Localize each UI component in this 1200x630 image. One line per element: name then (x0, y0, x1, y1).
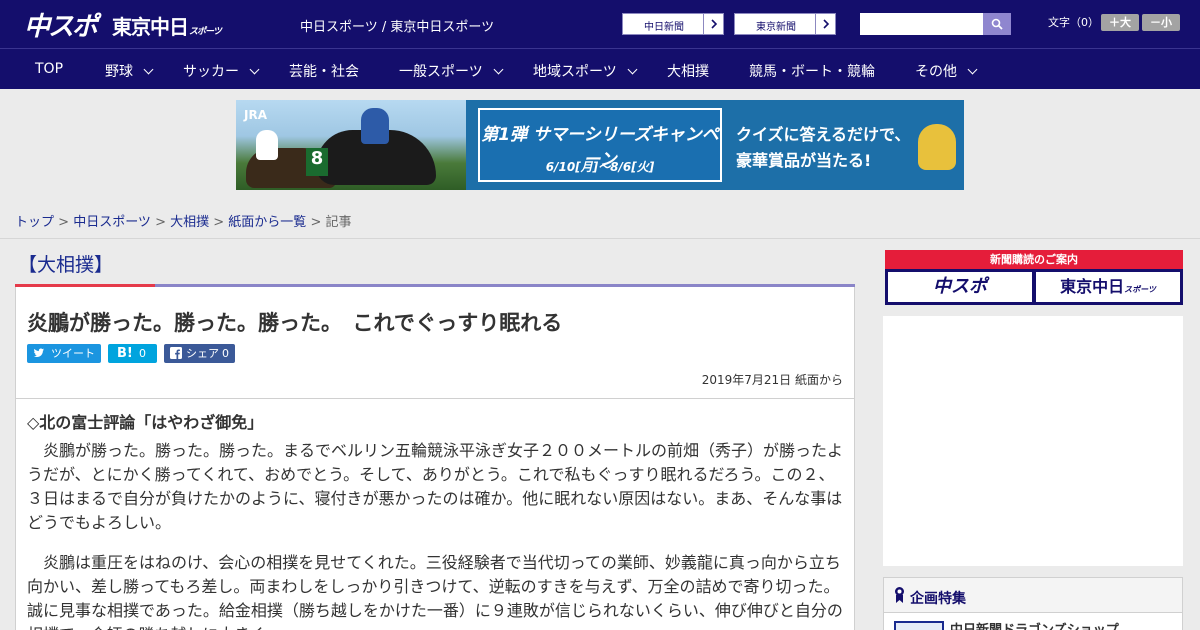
nav-label: サッカー (183, 64, 239, 80)
chevron-right-icon (703, 14, 723, 34)
quiz-line-1: クイズに答えるだけで、 (736, 125, 911, 144)
nav-item-entertainment[interactable]: 芸能・社会 (289, 61, 359, 81)
sidebar-ad-slot (883, 316, 1183, 566)
hatena-count: 0 (139, 347, 146, 360)
article-paragraph: 炎鵬が勝った。勝った。勝った。まるでベルリン五輪競泳平泳ぎ女子２００メートルの前… (27, 441, 844, 532)
breadcrumb-top[interactable]: トップ (15, 215, 54, 230)
jra-logo: JRA (244, 108, 267, 122)
special-feature-item[interactable]: 中日新聞ドラゴンズショップ (884, 612, 1182, 630)
twitter-icon (33, 348, 44, 357)
ribbon-icon (895, 587, 904, 603)
jockey-shape (361, 108, 389, 144)
nav-item-soccer[interactable]: サッカー (183, 61, 260, 81)
tokyo-shimbun-label: 東京新聞 (756, 22, 796, 33)
trophy-icon (918, 124, 956, 170)
special-feature-box: 企画特集 中日新聞ドラゴンズショップ (883, 577, 1183, 630)
tokyo-chunichi-logo[interactable]: 東京中日スポーツ (112, 11, 222, 40)
article-header: 炎鵬が勝った。勝った。勝った。 これでぐっすり眠れる ツイート B! 0 シェア… (15, 287, 855, 399)
subscribe-tokyo-chunichi-logo[interactable]: 東京中日スポーツ (1036, 272, 1180, 302)
search-input[interactable] (860, 13, 983, 35)
facebook-icon (170, 347, 182, 359)
tweet-button[interactable]: ツイート (27, 344, 101, 363)
nav-item-racing[interactable]: 競馬・ボート・競輪 (749, 61, 875, 81)
special-feature-label: 中日新聞ドラゴンズショップ (950, 619, 1119, 630)
breadcrumb-chunichi-sports[interactable]: 中日スポーツ (73, 215, 151, 230)
campaign-dates: 6/10[月]～8/6[火] (545, 160, 655, 174)
chevron-down-icon (967, 64, 978, 75)
breadcrumb-separator: > (54, 215, 74, 230)
nav-item-other[interactable]: その他 (915, 61, 978, 81)
horse-racing-photo: 8 JRA (236, 100, 466, 190)
chevron-down-icon (249, 64, 260, 75)
campaign-box: 第1弾 サマーシリーズキャンペーン 6/10[月]～8/6[火] (478, 108, 722, 182)
chunichi-shimbun-label: 中日新聞 (644, 22, 684, 33)
nav-label: TOP (35, 61, 64, 77)
hatena-bookmark-button[interactable]: B! 0 (108, 344, 157, 363)
article-subheading: ◇北の富士評論「はやわざ御免」 (27, 413, 264, 432)
subscribe-tokyo-chunichi-logo-text: 東京中日 (1060, 277, 1125, 296)
article-body: ◇北の富士評論「はやわざ御免」 炎鵬が勝った。勝った。勝った。まるでベルリン五輪… (15, 398, 855, 630)
article-paragraph: 炎鵬は重圧をはねのけ、会心の相撲を見せてくれた。三役経験者で当代切っての業師、妙… (27, 553, 843, 630)
breadcrumb-separator: > (306, 215, 326, 230)
chevron-down-icon (627, 64, 638, 75)
nav-label: 野球 (105, 64, 133, 80)
tweet-label: ツイート (51, 347, 95, 360)
special-feature-title: 企画特集 (910, 591, 966, 607)
font-smaller-button[interactable]: －小 (1142, 14, 1180, 31)
breadcrumb-current: 記事 (325, 215, 352, 230)
nav-label: その他 (915, 64, 957, 80)
site-title: 中日スポーツ / 東京中日スポーツ (300, 20, 495, 35)
breadcrumb-sumo[interactable]: 大相撲 (170, 215, 209, 230)
subscribe-chunichi-sports-logo[interactable]: 中スポ (888, 272, 1032, 302)
tokyo-chunichi-logo-text: 東京中日 (112, 15, 189, 39)
quiz-line-2: 豪華賞品が当たる! (736, 151, 872, 170)
tokyo-shimbun-link[interactable]: 東京新聞 (734, 13, 836, 35)
facebook-share-label: シェア (186, 347, 219, 360)
main-nav: TOP 野球 サッカー 芸能・社会 一般スポーツ 地域スポーツ 大相撲 競馬・ボ… (0, 48, 1200, 89)
tokyo-chunichi-logo-small: スポーツ (189, 27, 222, 37)
nav-item-top[interactable]: TOP (35, 61, 63, 77)
nav-label: 大相撲 (667, 64, 709, 80)
chevron-right-icon (815, 14, 835, 34)
nav-label: 芸能・社会 (289, 64, 359, 80)
saddle-number: 8 (306, 148, 328, 176)
nav-item-local-sports[interactable]: 地域スポーツ (533, 61, 638, 81)
font-larger-button[interactable]: ＋大 (1101, 14, 1139, 31)
chevron-down-icon (493, 64, 504, 75)
nav-item-general-sports[interactable]: 一般スポーツ (399, 61, 504, 81)
facebook-share-button[interactable]: シェア 0 (164, 344, 235, 363)
search-button[interactable] (983, 13, 1011, 35)
nav-item-sumo[interactable]: 大相撲 (667, 61, 709, 81)
nav-label: 競馬・ボート・競輪 (749, 64, 875, 80)
breadcrumb-separator: > (150, 215, 171, 230)
nav-label: 地域スポーツ (533, 64, 617, 80)
subscription-title: 新聞購読のご案内 (885, 250, 1183, 269)
article-headline: 炎鵬が勝った。勝った。勝った。 これでぐっすり眠れる (27, 311, 563, 335)
breadcrumb-paper-list[interactable]: 紙面から一覧 (228, 215, 306, 230)
chunichi-sports-logo[interactable]: 中スポ (24, 6, 98, 43)
jra-ad-banner[interactable]: 8 JRA 第1弾 サマーシリーズキャンペーン 6/10[月]～8/6[火] ク… (236, 100, 964, 190)
nav-item-baseball[interactable]: 野球 (105, 61, 154, 81)
chevron-down-icon (143, 64, 154, 75)
article-date: 2019年7月21日 紙面から (701, 373, 843, 387)
site-header: 中スポ 東京中日スポーツ 中日スポーツ / 東京中日スポーツ 中日新聞 東京新聞… (0, 0, 1200, 48)
quiz-text: クイズに答えるだけで、 豪華賞品が当たる! (736, 122, 910, 174)
breadcrumb-separator: > (209, 215, 229, 230)
jockey-shape (256, 130, 278, 160)
font-size-label: 文字（0） (1048, 16, 1099, 29)
special-feature-thumbnail (894, 621, 944, 630)
chunichi-shimbun-link[interactable]: 中日新聞 (622, 13, 724, 35)
facebook-share-count: 0 (222, 347, 229, 360)
search-icon (991, 18, 1003, 30)
nav-label: 一般スポーツ (399, 64, 483, 80)
category-heading: 【大相撲】 (18, 254, 114, 276)
subscribe-tokyo-chunichi-logo-small: スポーツ (1124, 285, 1156, 294)
hatena-icon: B! (117, 346, 133, 361)
subscription-box[interactable]: 新聞購読のご案内 中スポ 東京中日スポーツ (885, 250, 1183, 305)
breadcrumb: トップ > 中日スポーツ > 大相撲 > 紙面から一覧 > 記事 (0, 200, 1200, 239)
